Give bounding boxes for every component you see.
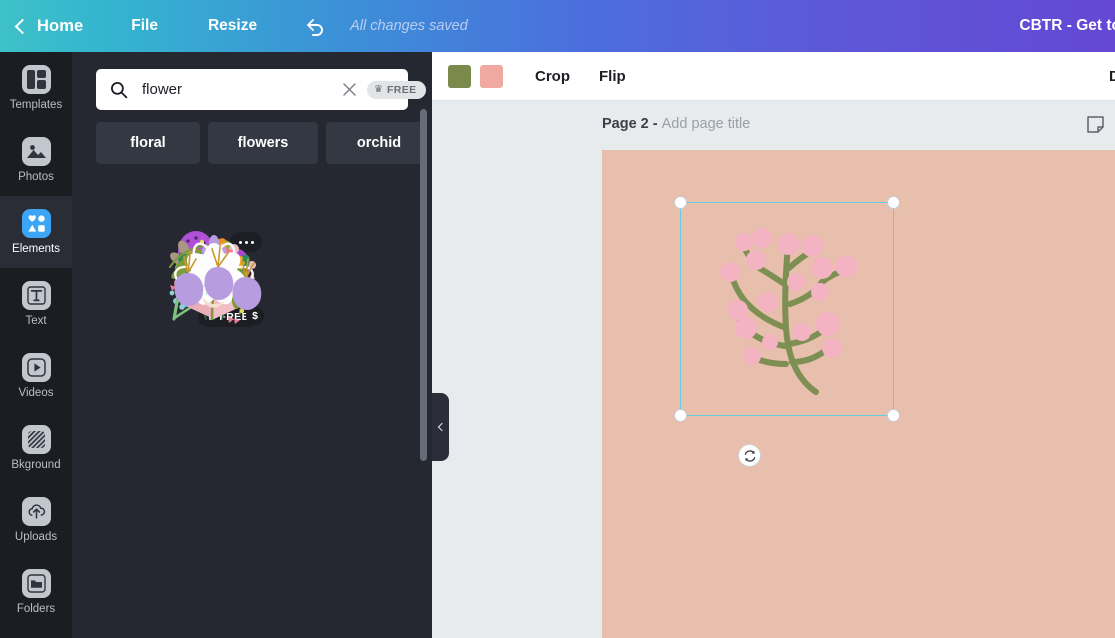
selection-box[interactable]: [674, 196, 900, 422]
suggestion-chip-floral[interactable]: floral: [96, 122, 200, 164]
duplicate-button[interactable]: Du: [1109, 68, 1115, 85]
templates-icon: [21, 64, 51, 94]
free-filter-chip[interactable]: ♛ FREE: [367, 80, 426, 99]
sidebar-item-uploads[interactable]: Uploads: [0, 484, 72, 556]
search-suggestions: floral flowers orchid: [96, 122, 432, 164]
chevron-left-icon: [14, 18, 31, 34]
rotate-handle[interactable]: [738, 444, 761, 467]
canva-editor-window: Home File Resize All changes saved CBTR …: [0, 0, 1115, 638]
suggestion-chip-orchid[interactable]: orchid: [326, 122, 426, 164]
sidebar-item-elements[interactable]: Elements: [0, 196, 72, 268]
chevron-left-icon: [437, 422, 446, 432]
color-swatch-2[interactable]: [480, 64, 503, 88]
search-box[interactable]: ♛ FREE: [96, 69, 426, 110]
resize-handle-top-left[interactable]: [674, 196, 687, 209]
page-header: Page 2 - Add page title: [432, 101, 1115, 147]
sidebar-item-templates[interactable]: Templates: [0, 52, 72, 124]
file-menu[interactable]: File: [131, 17, 158, 35]
editor-stage: Crop Flip Du Page 2 - Add page title: [432, 52, 1115, 638]
sidebar-item-label: Uploads: [14, 530, 58, 543]
sidebar-item-label: Videos: [18, 386, 54, 399]
close-x-icon[interactable]: [341, 81, 358, 98]
account-menu[interactable]: CBTR - Get to: [1019, 17, 1115, 35]
home-label: Home: [37, 16, 84, 35]
sidebar-item-label: Text: [25, 314, 47, 327]
search-input[interactable]: [142, 81, 341, 98]
element-results-grid: ♛ FREE: [162, 227, 432, 638]
flip-button[interactable]: Flip: [599, 68, 626, 85]
elements-panel: ♛ FREE floral flowers orchid: [72, 52, 432, 638]
photos-icon: [21, 136, 51, 166]
element-toolbar: Crop Flip Du: [432, 52, 1115, 101]
crop-button[interactable]: Crop: [535, 68, 570, 85]
sidebar-item-label: Elements: [12, 242, 60, 255]
left-sidebar: Templates Photos Elements Text Videos Bk…: [0, 52, 72, 638]
sidebar-item-photos[interactable]: Photos: [0, 124, 72, 196]
videos-icon: [21, 352, 51, 382]
sidebar-item-label: Bkground: [11, 458, 61, 471]
element-result-purple-crocus[interactable]: [162, 227, 266, 327]
panel-scrollbar[interactable]: [420, 109, 427, 461]
resize-handle-bottom-right[interactable]: [887, 409, 900, 422]
undo-button[interactable]: [302, 13, 328, 39]
undo-arrow-icon: [307, 19, 323, 36]
save-status: All changes saved: [350, 18, 468, 34]
search-icon: [111, 81, 128, 98]
home-button[interactable]: Home: [14, 16, 84, 36]
sidebar-item-label: Templates: [9, 98, 63, 111]
color-swatch-1[interactable]: [448, 64, 471, 88]
sidebar-item-background[interactable]: Bkground: [0, 412, 72, 484]
suggestion-chip-flowers[interactable]: flowers: [208, 122, 318, 164]
page-actions: [1086, 115, 1105, 134]
resize-handle-bottom-left[interactable]: [674, 409, 687, 422]
search-row: ♛ FREE: [96, 69, 426, 110]
sidebar-item-label: Photos: [18, 170, 54, 183]
page-title-input[interactable]: Add page title: [662, 116, 751, 132]
free-filter-label: FREE: [386, 83, 417, 96]
sidebar-item-videos[interactable]: Videos: [0, 340, 72, 412]
resize-handle-top-right[interactable]: [887, 196, 900, 209]
crown-icon: ♛: [374, 83, 383, 95]
page-number-label: Page 2 -: [602, 116, 658, 132]
sidebar-item-label: Folders: [16, 602, 56, 615]
elements-icon: [21, 208, 51, 238]
rotate-icon: [744, 449, 755, 462]
sticky-note-icon[interactable]: [1086, 115, 1105, 134]
background-icon: [21, 424, 51, 454]
folders-icon: [21, 568, 51, 598]
text-icon: [21, 280, 51, 310]
resize-button[interactable]: Resize: [208, 17, 257, 35]
uploads-icon: [21, 496, 51, 526]
sidebar-item-text[interactable]: Text: [0, 268, 72, 340]
page-canvas[interactable]: [602, 150, 1115, 638]
sidebar-item-folders[interactable]: Folders: [0, 556, 72, 628]
top-app-bar: Home File Resize All changes saved CBTR …: [0, 0, 1115, 52]
panel-collapse-button[interactable]: [432, 393, 449, 461]
